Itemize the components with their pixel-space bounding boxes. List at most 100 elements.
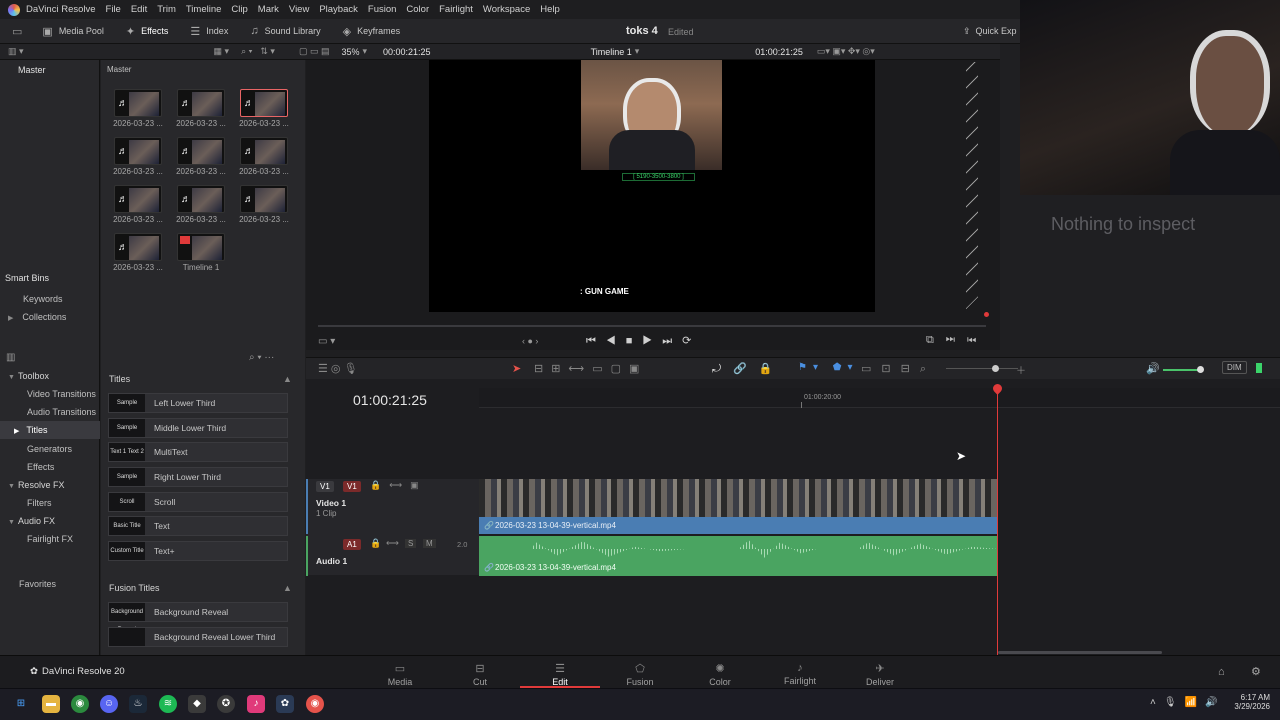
menu-help[interactable]: Help xyxy=(540,4,560,15)
timeline-selector[interactable]: Timeline 1 xyxy=(591,47,632,57)
sort-icon[interactable]: ⇅ ▾ xyxy=(260,46,275,57)
settings-gear-icon[interactable]: ⚙ xyxy=(1251,665,1261,678)
stop-icon[interactable]: ■ xyxy=(626,335,643,347)
menu-timeline[interactable]: Timeline xyxy=(186,4,222,15)
fx-fairlight-fx[interactable]: Fairlight FX xyxy=(27,534,73,544)
media-clip-thumbnail[interactable]: ♬ xyxy=(240,185,288,213)
zoom-level[interactable]: 35% xyxy=(341,47,359,57)
title-template-item[interactable]: Text 1 Text 2 MultiText xyxy=(108,442,288,462)
timeline-chevron-icon[interactable]: ▾ xyxy=(635,46,640,57)
go-to-start-icon[interactable]: ⏮ xyxy=(586,335,606,347)
menu-fairlight[interactable]: Fairlight xyxy=(439,4,473,15)
search-icon[interactable]: ⌕ ▾ xyxy=(241,46,252,57)
timeline-view-options-icon[interactable]: ☰ ◎ 🎙 xyxy=(318,362,358,375)
page-tab-cut[interactable]: ⊟ Cut xyxy=(440,662,520,687)
page-tab-deliver[interactable]: ✈ Deliver xyxy=(840,662,920,687)
viewer-tool-icons[interactable]: ▢ ▭ ▤ xyxy=(299,46,330,57)
video-clip[interactable]: 🔗 2026-03-23 13-04-39-vertical.mp4 xyxy=(479,479,998,534)
menu-file[interactable]: File xyxy=(106,4,121,15)
fx-resolve-fx[interactable]: ▼ Resolve FX xyxy=(8,480,64,490)
zoom-in-icon[interactable]: ＋ xyxy=(1016,362,1026,377)
discord-icon[interactable]: ☺ xyxy=(100,695,118,713)
play-icon[interactable]: ▶ xyxy=(642,335,662,347)
sound-library-button[interactable]: ♫ Sound Library xyxy=(240,25,320,37)
match-frame-icon[interactable]: ⧉ xyxy=(926,334,946,346)
snap-link-lock-icons[interactable]: ⤾🔗🔒 xyxy=(712,362,785,376)
selection-tool-icon[interactable]: ➤ xyxy=(512,362,521,375)
video-dest-tag[interactable]: V1 xyxy=(343,481,361,492)
media-clip-thumbnail[interactable]: ♬ xyxy=(114,233,162,261)
volume-icon[interactable]: 🔊 xyxy=(1146,362,1160,375)
panel-layout-icon[interactable]: ▥ ▾ xyxy=(8,46,24,57)
scrubber-playhead[interactable] xyxy=(984,312,989,317)
title-template-item[interactable]: Scroll Scroll xyxy=(108,492,288,512)
keyframes-button[interactable]: ◈ Keyframes xyxy=(333,25,400,38)
media-clip-thumbnail[interactable]: ♬ xyxy=(114,185,162,213)
app-cube-icon[interactable]: ◆ xyxy=(188,695,206,713)
bin-master[interactable]: Master xyxy=(18,65,46,75)
fx-filters[interactable]: Filters xyxy=(27,498,52,508)
menu-mark[interactable]: Mark xyxy=(258,4,279,15)
fx-audio-transitions[interactable]: Audio Transitions xyxy=(27,407,96,417)
video-toggle-icon[interactable]: ▣ xyxy=(410,480,427,490)
play-reverse-icon[interactable]: ◀ xyxy=(606,335,626,347)
resolve-taskbar-icon[interactable]: ✿ xyxy=(276,695,294,713)
audio-dest-tag[interactable]: A1 xyxy=(343,539,361,550)
fx-effects[interactable]: Effects xyxy=(27,462,54,472)
chrome-icon[interactable]: ◉ xyxy=(71,695,89,713)
media-clip-thumbnail[interactable]: ♬ xyxy=(177,137,225,165)
speaker-icon[interactable]: 🔊 xyxy=(1205,697,1225,708)
page-tab-fairlight[interactable]: ♪ Fairlight xyxy=(760,662,840,686)
smart-bin-collections[interactable]: ▶ Collections xyxy=(8,312,66,322)
media-clip-thumbnail[interactable]: ♬ xyxy=(240,137,288,165)
loop-icon[interactable]: ⟳ xyxy=(682,335,701,347)
menu-trim[interactable]: Trim xyxy=(157,4,176,15)
menu-edit[interactable]: Edit xyxy=(131,4,147,15)
fx-video-transitions[interactable]: Video Transitions xyxy=(27,389,96,399)
fx-audio-fx[interactable]: ▼ Audio FX xyxy=(8,516,55,526)
page-tab-fusion[interactable]: ⬠ Fusion xyxy=(600,662,680,687)
fx-search-icon[interactable]: ⌕ ▾ ··· xyxy=(249,352,274,363)
video-source-tag[interactable]: V1 xyxy=(316,481,334,492)
menu-fusion[interactable]: Fusion xyxy=(368,4,397,15)
fx-generators[interactable]: Generators xyxy=(27,444,72,454)
jog-control-icon[interactable]: ‹ ● › xyxy=(522,336,538,346)
menu-playback[interactable]: Playback xyxy=(319,4,358,15)
title-template-item[interactable]: Sample Left Lower Third xyxy=(108,393,288,413)
audio-lock-icon[interactable]: 🔒 xyxy=(370,538,381,549)
scrubber-track[interactable] xyxy=(318,325,986,327)
fusion-title-item[interactable]: Background Reveal Lower Third xyxy=(108,627,288,647)
viewer-options-icon[interactable]: ▭ ▾ xyxy=(318,336,335,347)
zoom-tools-icons[interactable]: ▭⊡⊟⌕ xyxy=(861,362,936,376)
next-edit-icon[interactable]: ⏮ xyxy=(967,334,988,346)
clock[interactable]: 6:17 AM 3/29/2026 xyxy=(1226,693,1270,711)
media-clip-thumbnail[interactable]: ♬ xyxy=(177,89,225,117)
fx-toolbox[interactable]: ▼ Toolbox xyxy=(8,371,49,381)
home-icon[interactable]: ⌂ xyxy=(1218,666,1225,678)
app-gear-icon[interactable]: ✪ xyxy=(217,695,235,713)
timeline-ruler[interactable] xyxy=(479,388,1280,408)
fusion-title-item[interactable]: Background Reveal Background Reveal xyxy=(108,602,288,633)
spotify-icon[interactable]: ≋ xyxy=(159,695,177,713)
media-clip-thumbnail[interactable]: ♬ xyxy=(114,137,162,165)
media-clip-thumbnail[interactable]: ♬ xyxy=(177,185,225,213)
zoom-chevron-icon[interactable]: ▾ xyxy=(362,46,367,57)
auto-select-icon[interactable]: ⟷ xyxy=(389,480,410,490)
fx-favorites[interactable]: Favorites xyxy=(19,579,56,589)
grid-view-icon[interactable]: ▦ ▾ xyxy=(214,46,230,57)
page-tab-color[interactable]: ✺ Color xyxy=(680,662,760,687)
expand-icon[interactable]: ▭ xyxy=(12,25,22,38)
quick-export-button[interactable]: ⇪ Quick Exp xyxy=(963,26,1017,37)
viewer-options-icons[interactable]: ▭▾ ▣▾ ✥▾ ◎▾ xyxy=(817,46,875,57)
zoom-slider-track[interactable] xyxy=(946,368,1018,369)
zoom-slider-handle[interactable] xyxy=(992,365,999,372)
go-to-end-icon[interactable]: ⏭ xyxy=(662,335,682,347)
windows-start-icon[interactable]: ⊞ xyxy=(12,695,30,713)
solo-button[interactable]: S xyxy=(405,539,417,548)
title-template-item[interactable]: Sample Right Lower Third xyxy=(108,467,288,487)
wifi-icon[interactable]: 📶 xyxy=(1185,697,1205,708)
edit-tools-icons[interactable]: ⊟⊞⟷▭▢▣ xyxy=(534,362,647,375)
effects-button[interactable]: ✦ Effects xyxy=(116,25,169,38)
timeline-playhead[interactable] xyxy=(997,386,998,656)
mic-icon[interactable]: 🎙 xyxy=(1164,697,1185,708)
